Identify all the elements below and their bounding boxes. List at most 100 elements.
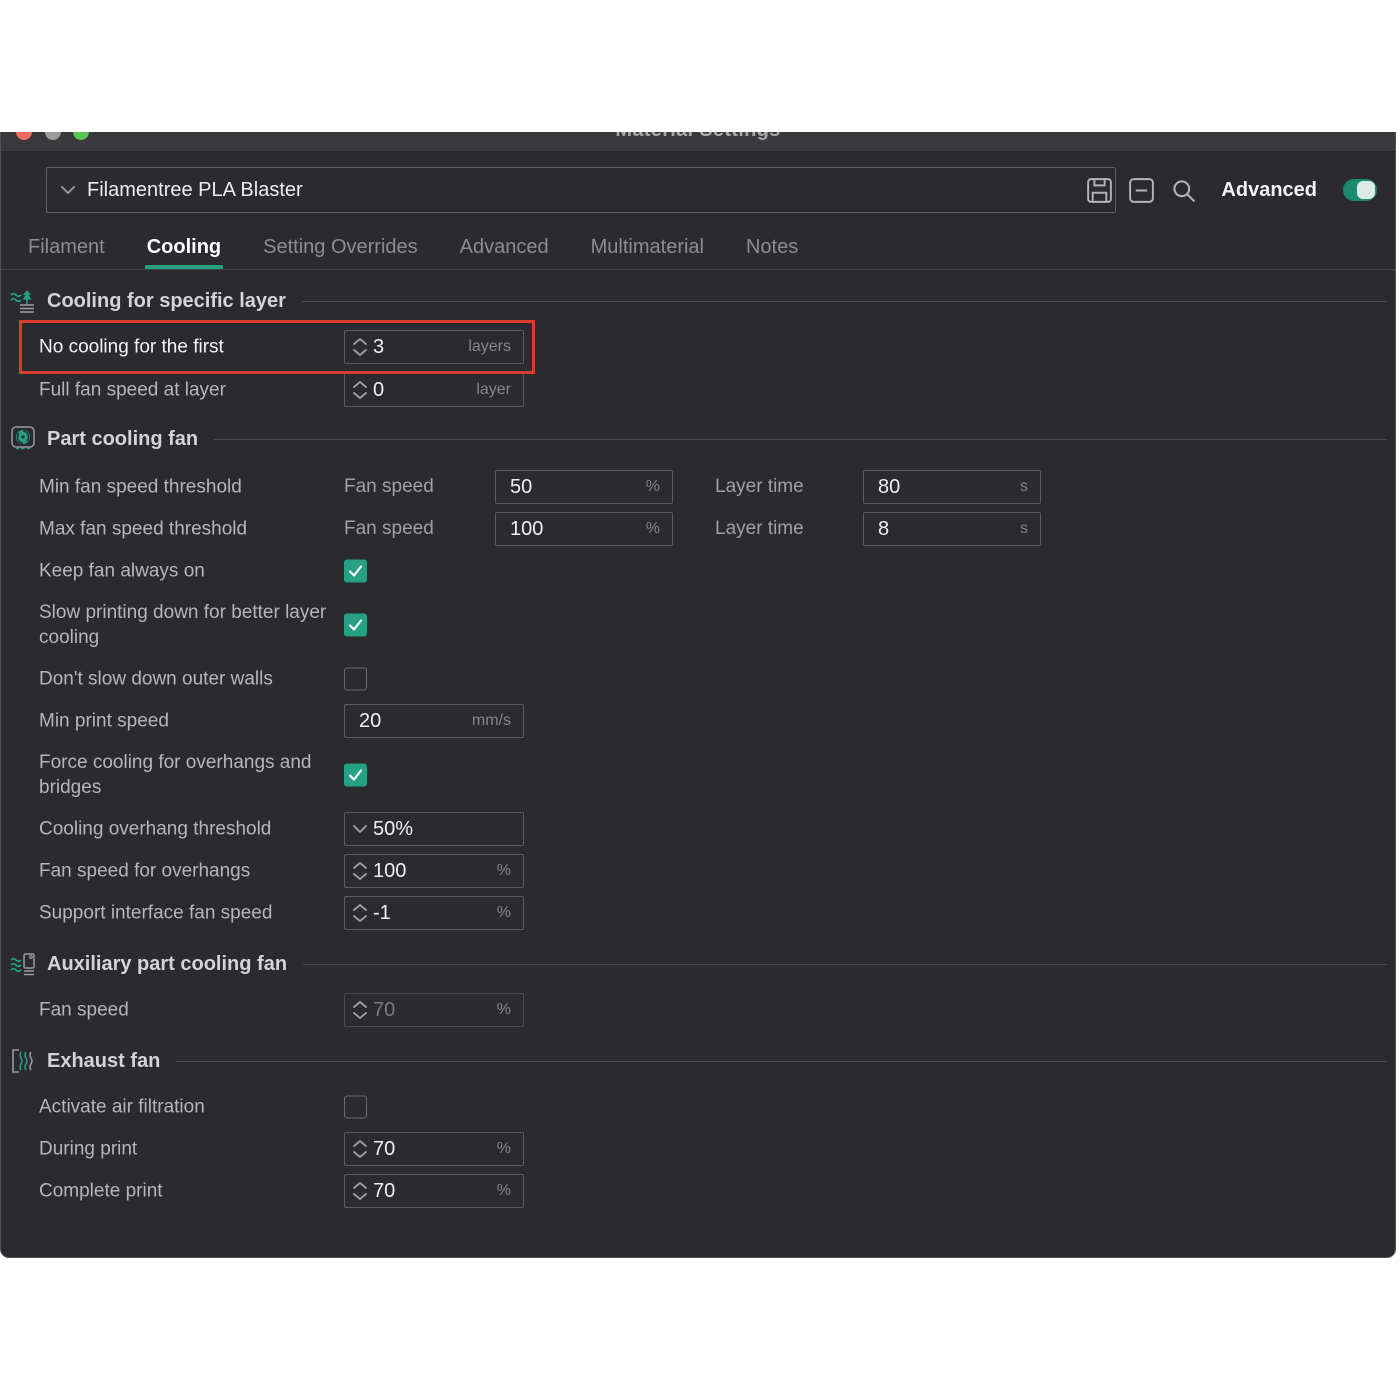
delete-preset-button[interactable] (1127, 176, 1155, 204)
field-unit: % (497, 1140, 511, 1158)
row-min-print-speed: Min print speed 20 mm/s (1, 704, 1395, 738)
min-fan-layer-time-input[interactable]: 80 s (863, 470, 1041, 504)
row-activate-air-filtration: Activate air filtration (1, 1095, 1395, 1119)
field-value: 50% (373, 818, 523, 841)
title-bar: Material Settings (1, 132, 1395, 152)
toggle-knob (1357, 181, 1375, 199)
tab-setting-overrides[interactable]: Setting Overrides (263, 236, 418, 269)
force-cooling-checkbox[interactable] (344, 764, 367, 787)
check-icon (348, 619, 363, 632)
field-value: 100 (373, 860, 497, 883)
section-title: Part cooling fan (47, 428, 198, 451)
tab-notes[interactable]: Notes (746, 236, 798, 269)
row-complete-print: Complete print 70 % (1, 1174, 1395, 1208)
spinner-arrows-icon[interactable] (353, 862, 367, 880)
field-unit: s (1020, 520, 1028, 538)
field-value: 70 (373, 1138, 497, 1161)
setting-label: Fan speed for overhangs (39, 859, 339, 884)
field-value: 20 (359, 710, 472, 733)
row-no-cooling-first: No cooling for the first 3 layers (1, 330, 1395, 364)
search-settings-button[interactable] (1169, 176, 1197, 204)
layer-time-sublabel: Layer time (715, 518, 804, 540)
min-print-speed-input[interactable]: 20 mm/s (344, 704, 524, 738)
row-dont-slow-outer-walls: Don't slow down outer walls (1, 667, 1395, 691)
spinner-arrows-icon[interactable] (353, 1140, 367, 1158)
save-preset-button[interactable] (1085, 176, 1113, 204)
field-value: 8 (878, 518, 1020, 541)
section-rule (302, 301, 1387, 302)
field-unit: mm/s (472, 712, 511, 730)
support-fan-spinner[interactable]: -1 % (344, 896, 524, 930)
check-icon (348, 565, 363, 578)
setting-label: Full fan speed at layer (39, 378, 339, 403)
window-title: Material Settings (1, 132, 1395, 142)
field-unit: % (646, 520, 660, 538)
tab-advanced[interactable]: Advanced (460, 236, 549, 269)
no-cooling-layers-spinner[interactable]: 3 layers (344, 330, 524, 364)
material-settings-window: Material Settings Filamentree PLA Blaste… (0, 132, 1396, 1258)
field-value: 0 (373, 379, 476, 402)
row-during-print: During print 70 % (1, 1132, 1395, 1166)
max-fan-layer-time-input[interactable]: 8 s (863, 512, 1041, 546)
field-unit: layers (468, 338, 511, 356)
check-icon (348, 769, 363, 782)
fan-speed-sublabel: Fan speed (344, 476, 434, 498)
section-rule (214, 439, 1387, 440)
max-fan-speed-input[interactable]: 100 % (495, 512, 673, 546)
preset-name: Filamentree PLA Blaster (87, 179, 303, 202)
field-value: 80 (878, 476, 1020, 499)
preset-dropdown[interactable]: Filamentree PLA Blaster (46, 167, 1116, 213)
save-icon (1087, 178, 1112, 203)
section-title: Cooling for specific layer (47, 290, 286, 313)
field-unit: % (497, 862, 511, 880)
min-fan-speed-input[interactable]: 50 % (495, 470, 673, 504)
setting-label: Don't slow down outer walls (39, 667, 339, 692)
setting-label: Fan speed (39, 998, 339, 1023)
advanced-mode-label: Advanced (1221, 179, 1317, 202)
part-cooling-fan-icon (9, 425, 37, 453)
spinner-arrows-icon[interactable] (353, 904, 367, 922)
full-fan-layer-spinner[interactable]: 0 layer (344, 373, 524, 407)
field-unit: % (646, 478, 660, 496)
field-value: 100 (510, 518, 646, 541)
setting-label: Force cooling for overhangs and bridges (39, 750, 339, 800)
air-filtration-checkbox[interactable] (344, 1096, 367, 1119)
fan-overhangs-spinner[interactable]: 100 % (344, 854, 524, 888)
slow-printing-checkbox[interactable] (344, 614, 367, 637)
setting-label: Keep fan always on (39, 559, 339, 584)
section-rule (176, 1061, 1387, 1062)
section-rule (303, 964, 1387, 965)
row-min-fan-threshold: Min fan speed threshold Fan speed 50 % L… (1, 470, 1395, 504)
dont-slow-checkbox[interactable] (344, 668, 367, 691)
settings-tabs: Filament Cooling Setting Overrides Advan… (1, 232, 1395, 270)
setting-label: Activate air filtration (39, 1095, 339, 1120)
setting-label: Min fan speed threshold (39, 475, 339, 500)
advanced-toggle[interactable] (1343, 179, 1377, 201)
section-exhaust-fan: Exhaust fan (9, 1045, 1387, 1077)
spinner-arrows-icon[interactable] (353, 338, 367, 356)
setting-label: During print (39, 1137, 339, 1162)
search-icon (1171, 178, 1196, 203)
tab-cooling[interactable]: Cooling (147, 236, 221, 269)
row-max-fan-threshold: Max fan speed threshold Fan speed 100 % … (1, 512, 1395, 546)
overhang-threshold-dropdown[interactable]: 50% (344, 812, 524, 846)
row-fan-speed-overhangs: Fan speed for overhangs 100 % (1, 854, 1395, 888)
field-value: 70 (373, 999, 497, 1022)
complete-print-spinner[interactable]: 70 % (344, 1174, 524, 1208)
spinner-arrows-icon[interactable] (353, 1182, 367, 1200)
fan-speed-sublabel: Fan speed (344, 518, 434, 540)
cooling-layers-icon (9, 287, 37, 315)
tab-filament[interactable]: Filament (28, 236, 105, 269)
cooling-settings-panel: Cooling for specific layer No cooling fo… (1, 270, 1395, 1256)
keep-fan-checkbox[interactable] (344, 560, 367, 583)
spinner-arrows-icon[interactable] (353, 381, 367, 399)
row-keep-fan-on: Keep fan always on (1, 559, 1395, 583)
section-part-cooling-fan: Part cooling fan (9, 423, 1387, 455)
row-cooling-overhang-threshold: Cooling overhang threshold 50% (1, 812, 1395, 846)
during-print-spinner[interactable]: 70 % (344, 1132, 524, 1166)
field-value: 50 (510, 476, 646, 499)
tab-multimaterial[interactable]: Multimaterial (591, 236, 704, 269)
field-unit: layer (476, 381, 511, 399)
field-unit: % (497, 1182, 511, 1200)
setting-label: Max fan speed threshold (39, 517, 339, 542)
